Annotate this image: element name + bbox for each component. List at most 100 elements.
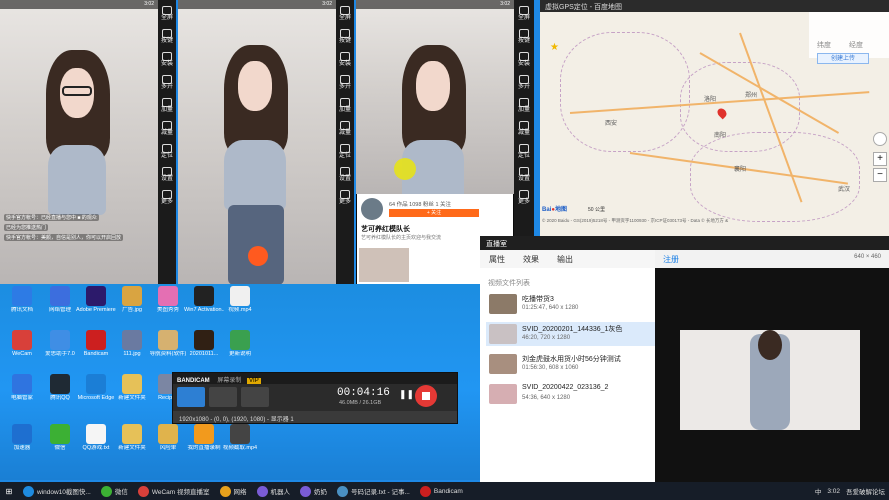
- sidebar-item[interactable]: 全屏: [161, 6, 173, 22]
- sidebar-icon: [518, 190, 529, 199]
- taskbar-item[interactable]: 网络: [215, 482, 252, 500]
- sidebar-item[interactable]: 减量: [339, 121, 351, 137]
- sidebar-item[interactable]: 多开: [161, 75, 173, 91]
- desktop-icon[interactable]: 爱思助手7.0: [40, 330, 80, 357]
- taskbar-item[interactable]: 奶奶: [295, 482, 332, 500]
- sidebar-item[interactable]: 定位: [518, 144, 530, 160]
- tab-latitude[interactable]: 纬度: [817, 40, 831, 50]
- sidebar-item[interactable]: 设置: [339, 167, 351, 183]
- live-screen-1[interactable]: 3:02 快手官方帐号：已经直播与您中 ■ 的观众 已经为您推送热门 快手官方帐…: [0, 0, 158, 284]
- stop-button[interactable]: [415, 385, 437, 407]
- zoom-in-button[interactable]: +: [873, 152, 887, 166]
- taskbar-item[interactable]: 微信: [96, 482, 133, 500]
- follow-button[interactable]: + 关注: [389, 209, 479, 217]
- video-list-item[interactable]: SVID_20200201_144336_1灰色 46:20, 720 x 128…: [486, 322, 656, 346]
- desktop-icon[interactable]: 加速器: [2, 424, 42, 451]
- profile-thumbnail[interactable]: [359, 248, 409, 282]
- desktop-icon[interactable]: 新建文件夹: [112, 374, 152, 401]
- desktop-icon[interactable]: 我的直播录制: [184, 424, 224, 451]
- video-preview[interactable]: [655, 268, 889, 482]
- desktop-icon[interactable]: 20201011...: [184, 330, 224, 357]
- desktop-icon[interactable]: 更新说明: [220, 330, 260, 357]
- desktop-icon[interactable]: 视频截取.mp4: [220, 424, 260, 451]
- sidebar-item[interactable]: 减量: [161, 121, 173, 137]
- sidebar-item-label: 减量: [160, 130, 173, 136]
- desktop-icon[interactable]: QQ游戏.txt: [76, 424, 116, 451]
- sidebar-item[interactable]: 全屏: [339, 6, 351, 22]
- taskbar-item[interactable]: window10截图快...: [18, 482, 96, 500]
- editor-tab[interactable]: 效果: [514, 250, 548, 268]
- desktop-icon[interactable]: Bandicam: [76, 330, 116, 357]
- desktop-icon[interactable]: 广告.jpg: [112, 286, 152, 313]
- streamer-image: [40, 50, 120, 280]
- share-button[interactable]: 创建上传: [817, 53, 869, 64]
- desktop-icon[interactable]: 导航资料(软件): [148, 330, 188, 357]
- video-list-item[interactable]: 吃播带货3 01:25:47, 640 x 1280: [486, 292, 656, 316]
- clock[interactable]: 3:02: [827, 488, 840, 495]
- video-thumbnail: [489, 384, 517, 404]
- taskbar-item[interactable]: 号码记录.txt - 记事...: [332, 482, 415, 500]
- desktop-icon[interactable]: Adobe Premiere Pr...: [76, 286, 116, 313]
- record-button[interactable]: [248, 246, 268, 266]
- sidebar-item[interactable]: 安装: [339, 52, 351, 68]
- desktop-icon[interactable]: 电脑管家: [2, 374, 42, 401]
- tab-longitude[interactable]: 经度: [849, 40, 863, 50]
- ime-indicator[interactable]: 中: [815, 486, 822, 496]
- sidebar-item[interactable]: 按键: [339, 29, 351, 45]
- sidebar-item[interactable]: 按键: [161, 29, 173, 45]
- taskbar-item[interactable]: Bandicam: [415, 482, 468, 500]
- register-link[interactable]: 注册: [663, 255, 679, 264]
- live-screen-2[interactable]: 3:02: [178, 0, 336, 284]
- sidebar-item[interactable]: 加量: [518, 98, 530, 114]
- desktop-icon-label: WeCam: [12, 351, 32, 357]
- desktop-icon[interactable]: 111.jpg: [112, 330, 152, 357]
- editor-tab[interactable]: 输出: [548, 250, 582, 268]
- desktop-icon[interactable]: Win7 Activation...: [184, 286, 224, 313]
- game-mode-button[interactable]: [209, 387, 237, 407]
- editor-tab[interactable]: 属性: [480, 250, 514, 268]
- pause-button[interactable]: ❚❚: [399, 389, 414, 400]
- sidebar-item[interactable]: 安装: [518, 52, 530, 68]
- taskbar-item[interactable]: 机器人: [252, 482, 296, 500]
- desktop-icon[interactable]: 新建文件夹: [112, 424, 152, 451]
- desktop-icon[interactable]: 美图秀秀: [148, 286, 188, 313]
- desktop-icon[interactable]: 微信: [40, 424, 80, 451]
- sidebar-item[interactable]: 更多: [161, 190, 173, 206]
- sidebar-item[interactable]: 更多: [518, 190, 530, 206]
- video-list-item[interactable]: SVID_20200422_023136_2 54:36, 640 x 1280: [486, 382, 656, 406]
- desktop-icon[interactable]: 风险单: [148, 424, 188, 451]
- sidebar-item[interactable]: 按键: [518, 29, 530, 45]
- map-canvas[interactable]: 郑州 洛阳 西安 武汉 襄阳 南阳 ★ 纬度 经度 创建上传 + − Bai●地图 50 …: [540, 12, 889, 236]
- sidebar-item[interactable]: 加量: [339, 98, 351, 114]
- desktop-icon[interactable]: 网络管理: [40, 286, 80, 313]
- sidebar-item[interactable]: 定位: [339, 144, 351, 160]
- sidebar-item[interactable]: 全屏: [518, 6, 530, 22]
- desktop-icon[interactable]: 视频.mp4: [220, 286, 260, 313]
- sidebar-item[interactable]: 设置: [518, 167, 530, 183]
- device-mode-button[interactable]: [241, 387, 269, 407]
- desktop-icon[interactable]: 腾讯文档: [2, 286, 42, 313]
- desktop-icon[interactable]: WeCam: [2, 330, 42, 357]
- resolution-label: 640 × 460: [854, 254, 881, 260]
- start-icon[interactable]: ⊞: [0, 482, 18, 500]
- star-icon[interactable]: ★: [550, 42, 559, 53]
- sidebar-item[interactable]: 安装: [161, 52, 173, 68]
- compass-icon[interactable]: [873, 132, 887, 146]
- taskbar-app-icon: [256, 485, 268, 497]
- taskbar: ⊞ window10截图快... 微信 WeCam 视频直播室 网络 机器人 奶奶 号码记录…: [0, 482, 889, 500]
- desktop-icon[interactable]: 腾讯QQ: [40, 374, 80, 401]
- taskbar-app-icon: [137, 485, 149, 497]
- sidebar-item[interactable]: 设置: [161, 167, 173, 183]
- sidebar-item[interactable]: 多开: [339, 75, 351, 91]
- zoom-out-button[interactable]: −: [873, 168, 887, 182]
- desktop-icon[interactable]: Microsoft Edge: [76, 374, 116, 401]
- live-screen-3[interactable]: 3:02: [356, 0, 514, 194]
- screen-mode-button[interactable]: [177, 387, 205, 407]
- video-list-item[interactable]: 刘金虎鼓水用货小时56分钟测试 01:56:30, 608 x 1060: [486, 352, 656, 376]
- sidebar-item[interactable]: 更多: [339, 190, 351, 206]
- taskbar-item[interactable]: WeCam 视频直播室: [133, 482, 215, 500]
- sidebar-item[interactable]: 减量: [518, 121, 530, 137]
- sidebar-item[interactable]: 定位: [161, 144, 173, 160]
- sidebar-item[interactable]: 加量: [161, 98, 173, 114]
- sidebar-item[interactable]: 多开: [518, 75, 530, 91]
